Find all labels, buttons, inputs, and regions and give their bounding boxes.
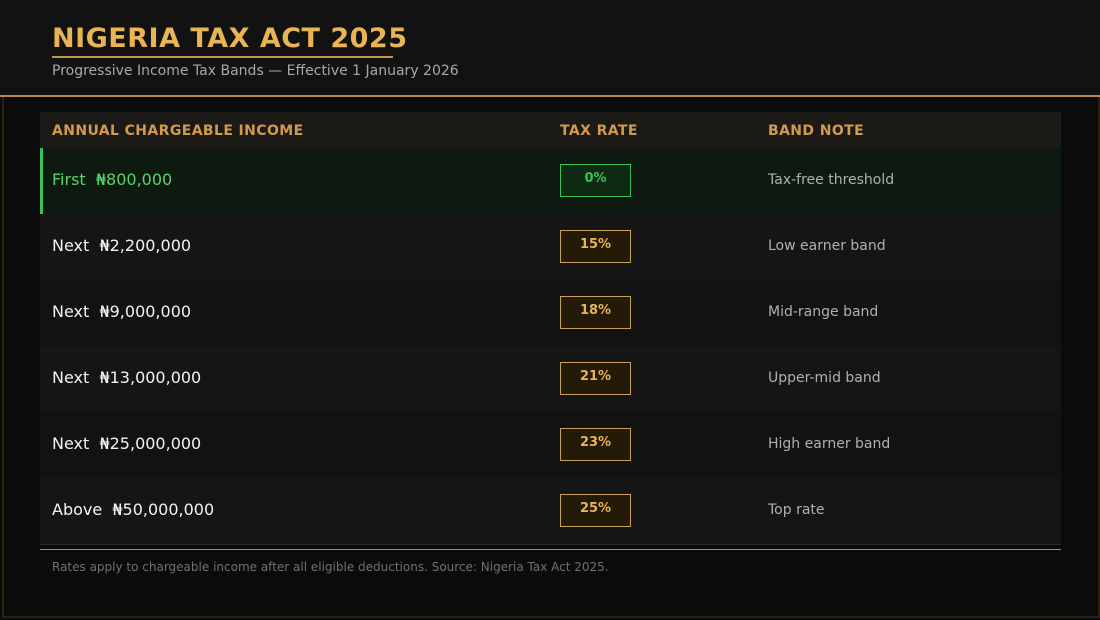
band-note: Upper-mid band bbox=[768, 370, 881, 386]
rate-badge: 25% bbox=[560, 494, 631, 527]
tax-bands-table: ANNUAL CHARGEABLE INCOME TAX RATE BAND N… bbox=[40, 112, 1061, 544]
page-subtitle: Progressive Income Tax Bands — Effective… bbox=[52, 63, 459, 79]
rate-badge: 21% bbox=[560, 362, 631, 395]
footnote: Rates apply to chargeable income after a… bbox=[52, 560, 609, 574]
income-cell: Above ₦50,000,000 bbox=[52, 500, 215, 519]
rate-badge: 0% bbox=[560, 164, 631, 197]
band-note: Top rate bbox=[768, 502, 825, 518]
income-cell: First ₦800,000 bbox=[52, 170, 173, 189]
rate-badge: 23% bbox=[560, 428, 631, 461]
table-row: Next ₦13,000,000 21% Upper-mid band bbox=[40, 346, 1061, 412]
income-cell: Next ₦2,200,000 bbox=[52, 236, 192, 255]
table-row: First ₦800,000 0% Tax-free threshold bbox=[40, 148, 1061, 214]
footer-divider bbox=[40, 549, 1061, 550]
column-header-income: ANNUAL CHARGEABLE INCOME bbox=[52, 123, 304, 139]
table-row: Above ₦50,000,000 25% Top rate bbox=[40, 478, 1061, 544]
title-underline bbox=[52, 56, 393, 58]
table-row: Next ₦25,000,000 23% High earner band bbox=[40, 412, 1061, 478]
page: NIGERIA TAX ACT 2025 Progressive Income … bbox=[0, 0, 1100, 620]
income-cell: Next ₦25,000,000 bbox=[52, 434, 202, 453]
table-header: ANNUAL CHARGEABLE INCOME TAX RATE BAND N… bbox=[40, 112, 1061, 148]
page-title: NIGERIA TAX ACT 2025 bbox=[52, 23, 408, 54]
income-cell: Next ₦9,000,000 bbox=[52, 302, 192, 321]
rate-badge: 15% bbox=[560, 230, 631, 263]
band-note: Mid-range band bbox=[768, 304, 879, 320]
table-row: Next ₦9,000,000 18% Mid-range band bbox=[40, 280, 1061, 346]
header: NIGERIA TAX ACT 2025 Progressive Income … bbox=[0, 0, 1100, 97]
column-header-rate: TAX RATE bbox=[560, 123, 638, 139]
rate-badge: 18% bbox=[560, 296, 631, 329]
table-bottom-border bbox=[40, 544, 1061, 545]
band-note: High earner band bbox=[768, 436, 891, 452]
column-header-note: BAND NOTE bbox=[768, 123, 865, 139]
band-note: Tax-free threshold bbox=[768, 172, 895, 188]
income-cell: Next ₦13,000,000 bbox=[52, 368, 202, 387]
table-row: Next ₦2,200,000 15% Low earner band bbox=[40, 214, 1061, 280]
band-note: Low earner band bbox=[768, 238, 886, 254]
